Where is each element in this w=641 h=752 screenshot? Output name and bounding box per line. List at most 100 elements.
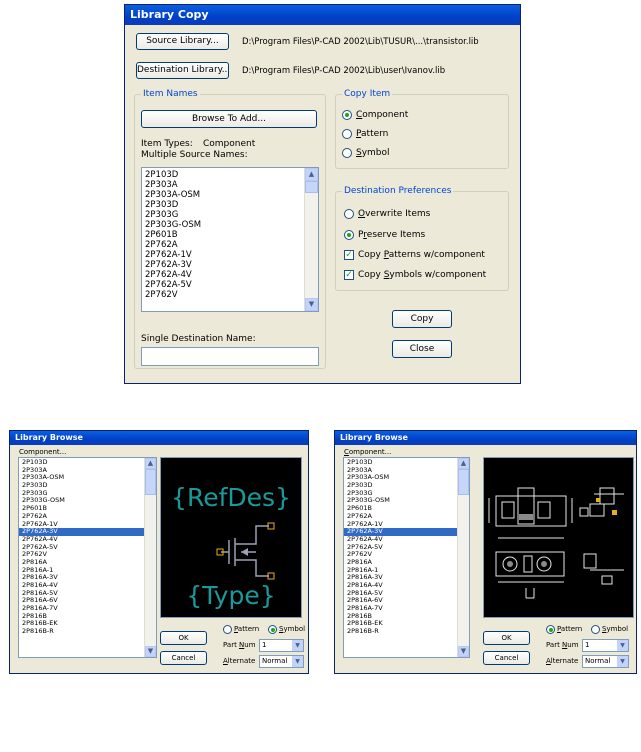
part-num-label: Part Num: [546, 641, 579, 649]
library-browse-title: Library Browse: [10, 431, 308, 445]
symbol-view-label: Symbol: [602, 625, 629, 633]
copy-symbols-label: Copy Symbols w/component: [358, 270, 487, 280]
item-types-label: Item Types:: [141, 139, 193, 149]
destination-library-path: D:\Program Files\P-CAD 2002\Lib\user\Iva…: [242, 66, 446, 76]
pattern-view-radio[interactable]: [546, 625, 555, 634]
copy-item-group: Copy Item Component Pattern Symbol: [335, 89, 509, 169]
cancel-button[interactable]: Cancel: [483, 651, 530, 665]
list-item[interactable]: 2P762V: [142, 290, 318, 300]
symbol-view-radio[interactable]: [268, 625, 277, 634]
multiple-source-label: Multiple Source Names:: [141, 150, 248, 160]
alternate-select[interactable]: Normal ▼: [582, 655, 629, 668]
close-button[interactable]: Close: [392, 340, 452, 358]
pattern-preview: [483, 457, 634, 618]
symbol-radio[interactable]: [342, 148, 352, 158]
destination-preferences-title: Destination Preferences: [342, 186, 454, 196]
component-list[interactable]: 2P103D 2P303A 2P303A-OSM 2P303D 2P303G 2P303G…: [18, 457, 157, 658]
chevron-down-icon: ▼: [617, 640, 628, 651]
list-item[interactable]: 2P762A-4V: [142, 270, 318, 280]
scroll-down-arrow-icon[interactable]: ▼: [458, 646, 469, 657]
list-item[interactable]: 2P303G: [142, 210, 318, 220]
component-radio[interactable]: [342, 110, 352, 120]
scroll-down-arrow-icon[interactable]: ▼: [305, 298, 318, 311]
scroll-thumb[interactable]: [145, 469, 156, 495]
list-item[interactable]: 2P303D: [142, 200, 318, 210]
library-browse-symbol-dialog: Library Browse Component... 2P103D 2P303A…: [9, 430, 309, 674]
copy-button[interactable]: Copy: [392, 310, 452, 328]
preserve-items-label: Preserve Items: [358, 230, 426, 240]
destination-preferences-group: Destination Preferences Overwrite Items …: [335, 186, 509, 291]
destination-library-button[interactable]: Destination Library...: [136, 62, 229, 79]
list-item[interactable]: 2P816B-R: [19, 627, 156, 636]
library-browse-pattern-dialog: Library Browse Component... 2P103D 2P303A…: [334, 430, 637, 674]
component-list[interactable]: 2P103D 2P303A 2P303A-OSM 2P303D 2P303G 2P303G…: [343, 457, 470, 658]
pattern-view-label: Pattern: [234, 625, 260, 633]
list-item[interactable]: 2P762A-3V: [142, 260, 318, 270]
overwrite-items-radio[interactable]: [344, 209, 354, 219]
symbol-preview: {RefDes} {Type}: [160, 457, 302, 618]
ok-button[interactable]: OK: [483, 631, 530, 645]
list-item[interactable]: 2P303G-OSM: [142, 220, 318, 230]
alternate-label: Alternate: [546, 657, 579, 665]
scroll-thumb[interactable]: [458, 469, 469, 495]
copy-patterns-checkbox[interactable]: ✓: [344, 250, 354, 260]
symbol-view-label: Symbol: [279, 625, 306, 633]
copy-symbols-checkbox[interactable]: ✓: [344, 270, 354, 280]
scroll-up-arrow-icon[interactable]: ▲: [145, 458, 156, 469]
copy-patterns-label: Copy Patterns w/component: [358, 250, 485, 260]
alternate-label: Alternate: [223, 657, 256, 665]
browse-to-add-button[interactable]: Browse To Add...: [141, 110, 317, 128]
list-item[interactable]: 2P303A: [142, 180, 318, 190]
list-item[interactable]: 2P601B: [142, 230, 318, 240]
copy-item-group-title: Copy Item: [342, 89, 393, 99]
alternate-select[interactable]: Normal ▼: [259, 655, 304, 668]
source-library-path: D:\Program Files\P-CAD 2002\Lib\TUSUR\..…: [242, 37, 479, 47]
item-names-group: Item Names Browse To Add... Item Types: …: [134, 89, 326, 369]
cancel-button[interactable]: Cancel: [160, 651, 207, 665]
chevron-down-icon: ▼: [292, 640, 303, 651]
scroll-up-arrow-icon[interactable]: ▲: [458, 458, 469, 469]
pattern-radio-label: Pattern: [356, 129, 389, 139]
ok-button[interactable]: OK: [160, 631, 207, 645]
list-item[interactable]: 2P303A-OSM: [142, 190, 318, 200]
item-names-group-title: Item Names: [141, 89, 200, 99]
scroll-down-arrow-icon[interactable]: ▼: [145, 646, 156, 657]
component-list-scrollbar[interactable]: ▲ ▼: [457, 458, 469, 657]
symbol-radio-label: Symbol: [356, 148, 390, 158]
source-library-button[interactable]: Source Library...: [136, 33, 229, 50]
library-browse-title: Library Browse: [335, 431, 636, 445]
source-names-list[interactable]: 2P103D 2P303A 2P303A-OSM 2P303D 2P303G 2P303G…: [141, 167, 319, 312]
component-radio-label: Component: [356, 110, 409, 120]
chevron-down-icon: ▼: [292, 656, 303, 667]
chevron-down-icon: ▼: [617, 656, 628, 667]
footprint-pattern-graphic: [488, 487, 624, 599]
type-text: {Type}: [186, 581, 275, 610]
item-types-value: Component: [203, 139, 256, 149]
preserve-items-radio[interactable]: [344, 230, 354, 240]
library-copy-dialog: Library Copy Source Library... D:\Progra…: [124, 4, 521, 384]
pattern-radio[interactable]: [342, 129, 352, 139]
single-destination-label: Single Destination Name:: [141, 334, 256, 344]
scroll-thumb[interactable]: [305, 181, 318, 193]
component-label: Component...: [19, 448, 67, 456]
source-list-scrollbar[interactable]: ▲ ▼: [304, 168, 318, 311]
list-item[interactable]: 2P816B-R: [344, 627, 469, 636]
symbol-view-radio[interactable]: [591, 625, 600, 634]
list-item[interactable]: 2P762A-1V: [142, 250, 318, 260]
part-num-select[interactable]: 1 ▼: [582, 639, 629, 652]
list-item[interactable]: 2P762A: [142, 240, 318, 250]
list-item[interactable]: 2P103D: [142, 170, 318, 180]
component-list-scrollbar[interactable]: ▲ ▼: [144, 458, 156, 657]
overwrite-items-label: Overwrite Items: [358, 209, 431, 219]
part-num-select[interactable]: 1 ▼: [259, 639, 304, 652]
single-destination-input[interactable]: [141, 347, 319, 366]
scroll-up-arrow-icon[interactable]: ▲: [305, 168, 318, 181]
part-num-label: Part Num: [223, 641, 256, 649]
list-item[interactable]: 2P762A-5V: [142, 280, 318, 290]
refdes-text: {RefDes}: [171, 483, 291, 512]
component-label: Component...: [344, 448, 392, 456]
library-copy-title: Library Copy: [125, 5, 520, 25]
pattern-view-label: Pattern: [557, 625, 583, 633]
pattern-view-radio[interactable]: [223, 625, 232, 634]
transistor-symbol-graphic: {RefDes} {Type}: [171, 483, 291, 610]
